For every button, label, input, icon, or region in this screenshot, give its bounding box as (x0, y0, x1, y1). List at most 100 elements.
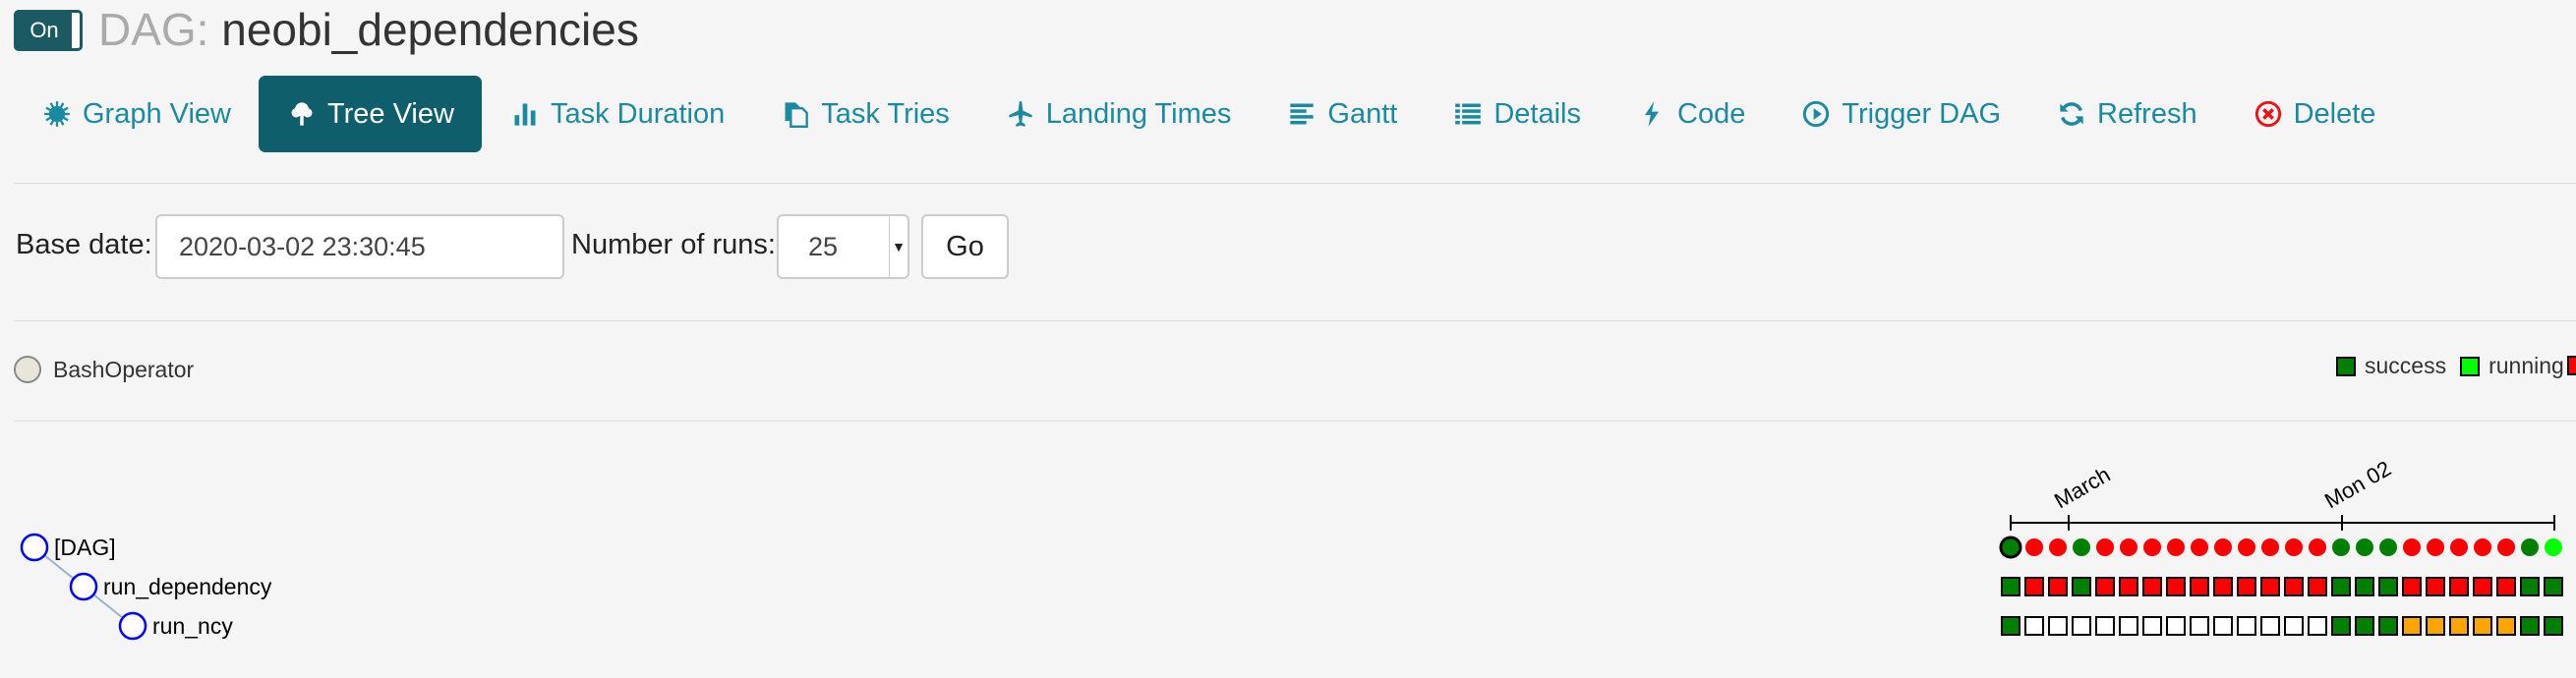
task-instance-square (2237, 616, 2256, 636)
nav-task-duration[interactable]: Task Duration (482, 76, 752, 152)
dag-run-circle (2073, 538, 2090, 556)
axis-label: March (2050, 462, 2114, 513)
task-instance-square (2072, 616, 2091, 636)
divider (14, 320, 2576, 321)
operator-label: BashOperator (53, 356, 195, 382)
gear-icon (41, 98, 73, 130)
dag-run-circle (2049, 538, 2067, 556)
task-instance-square (2166, 616, 2186, 636)
task-instance-square (2142, 616, 2162, 636)
task-instance-square (2378, 616, 2398, 636)
dag-run-circle (2285, 538, 2303, 556)
nav-landing-times[interactable]: Landing Times (977, 76, 1259, 152)
axis-label: Mon 02 (2320, 456, 2395, 513)
task-instance-square (2001, 577, 2020, 596)
go-button[interactable]: Go (921, 214, 1009, 279)
nav-task-tries[interactable]: Task Tries (752, 76, 977, 152)
task-instance-square (2496, 577, 2516, 596)
nav-gantt[interactable]: Gantt (1259, 76, 1425, 152)
dag-run-circle (2474, 538, 2491, 556)
nav-label: Trigger DAG (1842, 97, 2002, 130)
legend-swatch (2336, 356, 2356, 376)
task-instance-square (2449, 616, 2469, 636)
tree-node-circle (118, 611, 147, 641)
task-instance-square (2520, 616, 2540, 636)
base-date-input[interactable]: 2020-03-02 23:30:45 (155, 214, 564, 279)
nav-label: Landing Times (1045, 97, 1232, 130)
nav-label: Refresh (2097, 97, 2197, 130)
legend-item-success: success (2336, 353, 2446, 379)
nav-label: Code (1677, 97, 1746, 130)
dag-run-circle (2497, 538, 2515, 556)
dag-run-circle (2120, 538, 2137, 556)
task-instance-square (2426, 577, 2445, 596)
dag-run-circle (2545, 538, 2562, 556)
tree-node-label: run_dependency (103, 574, 272, 599)
runs-value: 25 (808, 231, 839, 261)
nav-label: Task Tries (821, 97, 950, 130)
dag-run-circle (2025, 538, 2043, 556)
nav-trigger-dag[interactable]: Trigger DAG (1773, 76, 2028, 152)
base-date-value: 2020-03-02 23:30:45 (179, 231, 426, 261)
legend-item-running: running (2460, 353, 2564, 379)
operator-legend: BashOperator (14, 356, 194, 383)
runs-label: Number of runs: (571, 229, 776, 260)
toggle-label: On (17, 13, 72, 48)
dag-run-circle (2521, 538, 2539, 556)
task-instance-square (2142, 577, 2162, 596)
title-prefix: DAG: (98, 4, 209, 55)
nav-details[interactable]: Details (1425, 76, 1609, 152)
nav-delete[interactable]: Delete (2225, 76, 2404, 152)
task-instance-square (2284, 577, 2304, 596)
task-instance-square (2213, 577, 2233, 596)
remove-circle-icon (2253, 98, 2284, 130)
task-instance-square (2119, 616, 2138, 636)
runs-select[interactable]: 25 ▼ (777, 214, 909, 279)
task-instance-square (2048, 577, 2068, 596)
nav-code[interactable]: Code (1609, 76, 1773, 152)
dag-run-circle (2332, 538, 2350, 556)
task-instance-square (2355, 577, 2374, 596)
task-instance-square (2449, 577, 2469, 596)
task-instance-square (2284, 616, 2304, 636)
legend-label: running (2488, 353, 2564, 378)
operator-circle-icon (14, 356, 41, 383)
nav-label: Details (1493, 97, 1582, 130)
task-instance-square (2190, 577, 2209, 596)
dag-run-circle (2167, 538, 2185, 556)
task-instance-square (2331, 577, 2351, 596)
dag-run-circle (2261, 538, 2279, 556)
task-instance-square (2213, 616, 2233, 636)
tree-node-circle (69, 572, 98, 601)
task-instance-square (2048, 616, 2068, 636)
divider (14, 421, 2576, 422)
task-instance-square (2001, 616, 2020, 636)
dag-nav: Graph View Tree View Task Duration Task Tri… (14, 76, 2403, 152)
task-instance-square (2544, 577, 2563, 596)
task-instance-square (2402, 577, 2422, 596)
nav-label: Tree View (327, 97, 454, 130)
task-instance-square (2473, 577, 2492, 596)
task-instance-square (2095, 616, 2115, 636)
dag-run-circle (2356, 538, 2373, 556)
task-instance-square (2520, 577, 2540, 596)
task-instance-square (2260, 616, 2280, 636)
nav-tree-view[interactable]: Tree View (259, 76, 482, 152)
task-instance-square (2260, 577, 2280, 596)
task-instance-square (2426, 616, 2445, 636)
dag-run-circle (2403, 538, 2421, 556)
task-instance-square (2119, 577, 2138, 596)
nav-refresh[interactable]: Refresh (2028, 76, 2225, 152)
dag-toggle[interactable]: On (14, 10, 83, 51)
duplicate-icon (780, 98, 811, 130)
tree-node-label: run_ncy (152, 613, 233, 639)
nav-graph-view[interactable]: Graph View (14, 76, 259, 152)
nav-label: Task Duration (550, 97, 726, 130)
task-instance-square (2095, 577, 2115, 596)
dag-run-circle (2096, 538, 2114, 556)
task-instance-square (2496, 616, 2516, 636)
dag-run-circle (2143, 538, 2161, 556)
task-instance-square (2190, 616, 2209, 636)
align-left-icon (1286, 98, 1317, 130)
nav-label: Gantt (1327, 97, 1398, 130)
